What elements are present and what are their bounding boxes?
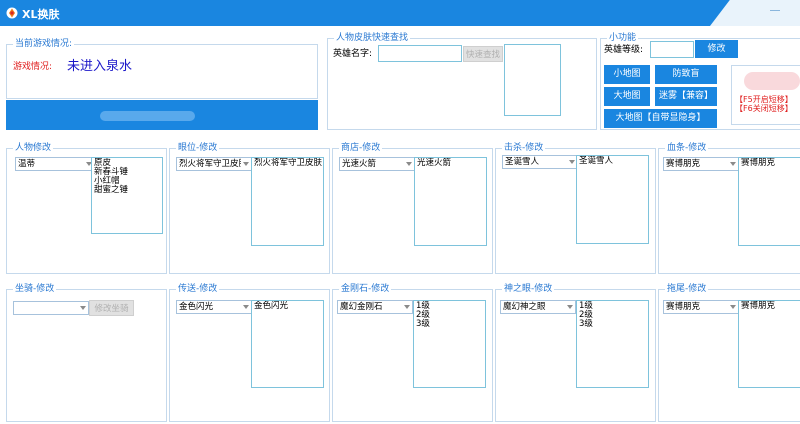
hpbar-skin-list[interactable]: 赛博朋克 [738, 157, 800, 246]
teleport-select-value: 金色闪光 [179, 302, 214, 312]
list-item[interactable]: 3级 [579, 320, 646, 329]
functions-group: 小功能 英雄等级: 修改 小地图 防致盲 大地图 迷雾【兼容】 大地图【自带显隐… [600, 32, 800, 130]
shortmove-on-note: 【F5开启短移】 [735, 95, 793, 104]
teleport-select[interactable]: 金色闪光 [176, 300, 252, 314]
level-modify-button[interactable]: 修改 [695, 40, 738, 58]
diamond-level-list[interactable]: 1级 2级 3级 [413, 300, 486, 388]
trail-skin-list[interactable]: 赛博朋克 [738, 300, 800, 388]
godeye-select[interactable]: 魔幻神之眼 [500, 300, 576, 314]
shop-select[interactable]: 光速火箭 [339, 157, 415, 171]
hpbar-select[interactable]: 赛博朋克 [663, 157, 739, 171]
ward-select[interactable]: 烈火将军守卫皮肤 [176, 157, 252, 171]
diamond-modify-group: 金刚石-修改 魔幻金刚石 1级 2级 3级 [332, 283, 493, 422]
kill-select[interactable]: 圣诞雪人 [502, 155, 578, 169]
quick-find-group-label: 人物皮肤快速查找 [334, 32, 411, 44]
diamond-select-value: 魔幻金刚石 [340, 302, 383, 312]
fog-compat-button[interactable]: 迷雾【兼容】 [655, 87, 717, 106]
list-item[interactable]: 赛博朋克 [741, 159, 799, 168]
teleport-skin-list[interactable]: 金色闪光 [251, 300, 324, 388]
chevron-down-icon [730, 305, 736, 309]
anti-blind-button[interactable]: 防致盲 [655, 65, 717, 84]
character-modify-group: 人物修改 温蒂 原皮 新春斗锤 小红帽 甜蜜之锤 [6, 142, 167, 274]
title-bar: XL换肤 [0, 0, 800, 26]
chevron-down-icon [730, 162, 736, 166]
quick-find-group: 人物皮肤快速查找 英雄名字: 快速查找 [327, 32, 597, 130]
shortmove-notes-box: 【F5开启短移】 【F6关闭短移】 [731, 65, 800, 125]
chevron-down-icon [243, 162, 249, 166]
kill-skin-list[interactable]: 圣诞雪人 [576, 155, 649, 244]
minimap-button[interactable]: 小地图 [604, 65, 650, 84]
list-item[interactable]: 赛博朋克 [741, 302, 799, 311]
window-title: XL换肤 [22, 8, 60, 21]
hero-level-input[interactable] [650, 41, 694, 58]
character-select-value: 温蒂 [18, 159, 36, 169]
bigmap-stealth-button[interactable]: 大地图【自带显隐身】 [604, 109, 717, 128]
chevron-down-icon [80, 306, 86, 310]
list-item[interactable]: 光速火箭 [417, 159, 484, 168]
chevron-down-icon [243, 305, 249, 309]
shop-select-value: 光速火箭 [342, 159, 377, 169]
quick-find-results[interactable] [504, 44, 561, 116]
hero-name-input[interactable] [378, 45, 462, 62]
list-item[interactable]: 圣诞雪人 [579, 157, 646, 166]
character-select[interactable]: 温蒂 [15, 157, 95, 171]
trail-select-value: 赛博朋克 [666, 302, 701, 312]
chevron-down-icon [404, 305, 410, 309]
trail-modify-label: 拖尾-修改 [665, 283, 709, 295]
shortmove-off-note: 【F6关闭短移】 [735, 104, 793, 113]
trail-modify-group: 拖尾-修改 赛博朋克 赛博朋克 [658, 283, 800, 422]
character-skin-list[interactable]: 原皮 新春斗锤 小红帽 甜蜜之锤 [91, 157, 163, 234]
minimize-icon[interactable] [770, 10, 780, 11]
status-banner-blur [100, 111, 195, 121]
bigmap-button[interactable]: 大地图 [604, 87, 650, 106]
ward-modify-group: 眼位-修改 烈火将军守卫皮肤 烈火将军守卫皮肤 [169, 142, 330, 274]
hero-level-label: 英雄等级: [604, 45, 644, 55]
kill-modify-label: 击杀-修改 [502, 142, 546, 154]
game-status-value: 未进入泉水 [67, 59, 133, 74]
chevron-down-icon [406, 162, 412, 166]
hpbar-select-value: 赛博朋克 [666, 159, 701, 169]
mount-modify-button[interactable]: 修改坐骑 [89, 300, 134, 316]
list-item[interactable]: 甜蜜之锤 [94, 186, 160, 195]
teleport-modify-label: 传送-修改 [176, 283, 220, 295]
teleport-modify-group: 传送-修改 金色闪光 金色闪光 [169, 283, 330, 422]
quick-find-button[interactable]: 快速查找 [463, 46, 503, 62]
shortmove-blur [744, 72, 800, 90]
shop-modify-group: 商店-修改 光速火箭 光速火箭 [332, 142, 493, 274]
hpbar-modify-group: 血条-修改 赛博朋克 赛博朋克 [658, 142, 800, 274]
hpbar-modify-label: 血条-修改 [665, 142, 709, 154]
chevron-down-icon [567, 305, 573, 309]
shop-skin-list[interactable]: 光速火箭 [414, 157, 487, 246]
kill-select-value: 圣诞雪人 [505, 157, 540, 167]
character-modify-label: 人物修改 [13, 142, 54, 154]
functions-group-label: 小功能 [607, 32, 639, 44]
mount-modify-group: 坐骑-修改 修改坐骑 [6, 283, 167, 422]
godeye-modify-label: 神之眼-修改 [502, 283, 555, 295]
ward-modify-label: 眼位-修改 [176, 142, 220, 154]
trail-select[interactable]: 赛博朋克 [663, 300, 739, 314]
mount-modify-label: 坐骑-修改 [13, 283, 57, 295]
mount-select[interactable] [13, 301, 89, 315]
hero-name-label: 英雄名字: [333, 49, 373, 59]
diamond-modify-label: 金刚石-修改 [339, 283, 392, 295]
game-status-label: 游戏情况: [13, 62, 53, 72]
chevron-down-icon [569, 160, 575, 164]
ward-select-value: 烈火将军守卫皮肤 [179, 159, 241, 169]
app-logo-icon [6, 7, 18, 19]
shop-modify-label: 商店-修改 [339, 142, 383, 154]
list-item[interactable]: 烈火将军守卫皮肤 [254, 159, 322, 168]
game-status-group-label: 当前游戏情况: [13, 38, 75, 50]
list-item[interactable]: 金色闪光 [254, 302, 321, 311]
list-item[interactable]: 3级 [416, 320, 483, 329]
title-bar-corner [710, 0, 800, 26]
diamond-select[interactable]: 魔幻金刚石 [337, 300, 413, 314]
ward-skin-list[interactable]: 烈火将军守卫皮肤 [251, 157, 324, 246]
godeye-modify-group: 神之眼-修改 魔幻神之眼 1级 2级 3级 [495, 283, 656, 422]
godeye-select-value: 魔幻神之眼 [503, 302, 546, 312]
kill-modify-group: 击杀-修改 圣诞雪人 圣诞雪人 [495, 142, 656, 274]
godeye-level-list[interactable]: 1级 2级 3级 [576, 300, 649, 388]
game-status-group: 当前游戏情况: 游戏情况: 未进入泉水 [6, 38, 318, 99]
